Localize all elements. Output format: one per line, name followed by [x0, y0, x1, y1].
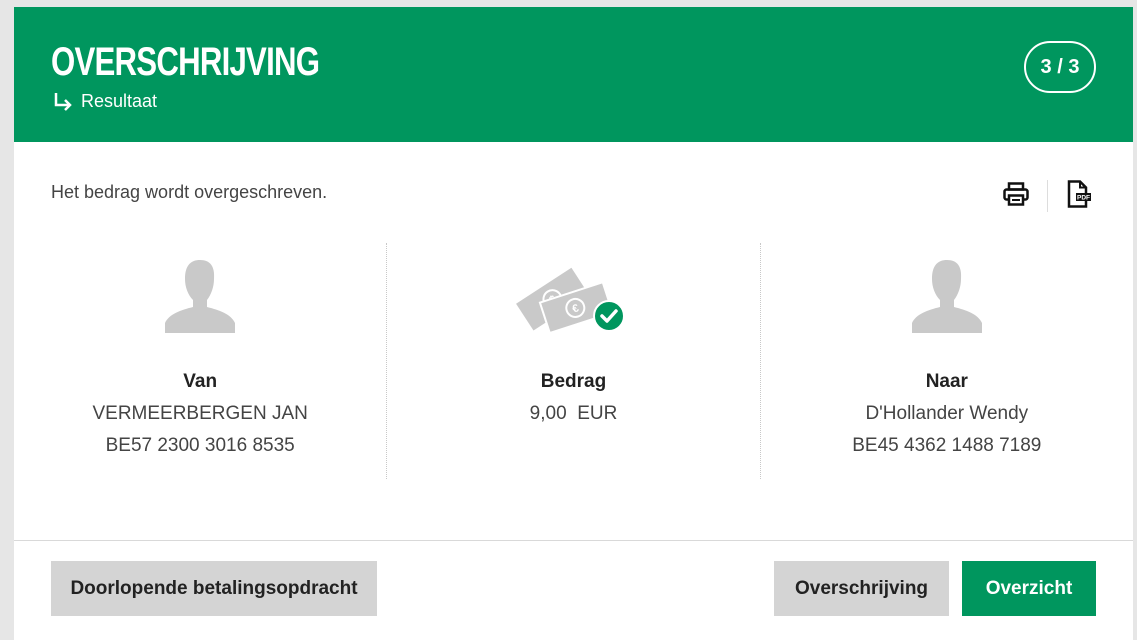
header-bar: OVERSCHRIJVING Resultaat 3 / 3 — [14, 7, 1133, 142]
status-message: Het bedrag wordt overgeschreven. — [51, 182, 328, 202]
breadcrumb: Resultaat — [53, 91, 157, 112]
tool-divider — [1047, 180, 1048, 212]
amount-column: $ € Bedrag 9,00 EUR — [386, 243, 759, 479]
from-label: Van — [183, 371, 218, 392]
to-name: D'Hollander Wendy — [865, 403, 1029, 424]
to-label: Naar — [925, 371, 968, 392]
page-title: OVERSCHRIJVING — [51, 40, 320, 84]
return-arrow-icon — [53, 92, 73, 112]
from-name: VERMEERBERGEN JAN — [92, 403, 308, 424]
pdf-button[interactable]: PDF — [1062, 179, 1096, 213]
overview-button[interactable]: Overzicht — [962, 561, 1096, 616]
money-transfer-icon: $ € — [513, 255, 633, 350]
printer-icon — [1003, 181, 1029, 211]
print-button[interactable] — [999, 179, 1033, 213]
person-icon — [910, 257, 984, 342]
person-icon — [163, 257, 237, 342]
amount-label: Bedrag — [540, 371, 607, 392]
transfer-summary: Van VERMEERBERGEN JAN BE57 2300 3016 853… — [14, 243, 1133, 479]
new-transfer-button[interactable]: Overschrijving — [774, 561, 949, 616]
transfer-result-panel: OVERSCHRIJVING Resultaat 3 / 3 Het bedra… — [14, 7, 1133, 640]
step-indicator: 3 / 3 — [1024, 41, 1096, 93]
standing-order-button[interactable]: Doorlopende betalingsopdracht — [51, 561, 377, 616]
from-account: BE57 2300 3016 8535 — [105, 435, 295, 456]
subtitle-text: Resultaat — [81, 91, 158, 111]
footer-divider — [14, 540, 1133, 541]
to-account: BE45 4362 1488 7189 — [852, 435, 1042, 456]
document-tools: PDF — [999, 179, 1096, 213]
amount-value: 9,00 EUR — [529, 403, 618, 424]
pdf-icon: PDF — [1066, 179, 1092, 213]
from-column: Van VERMEERBERGEN JAN BE57 2300 3016 853… — [14, 243, 386, 479]
to-column: Naar D'Hollander Wendy BE45 4362 1488 71… — [759, 243, 1133, 479]
check-icon — [593, 300, 626, 332]
svg-text:PDF: PDF — [1077, 194, 1090, 201]
